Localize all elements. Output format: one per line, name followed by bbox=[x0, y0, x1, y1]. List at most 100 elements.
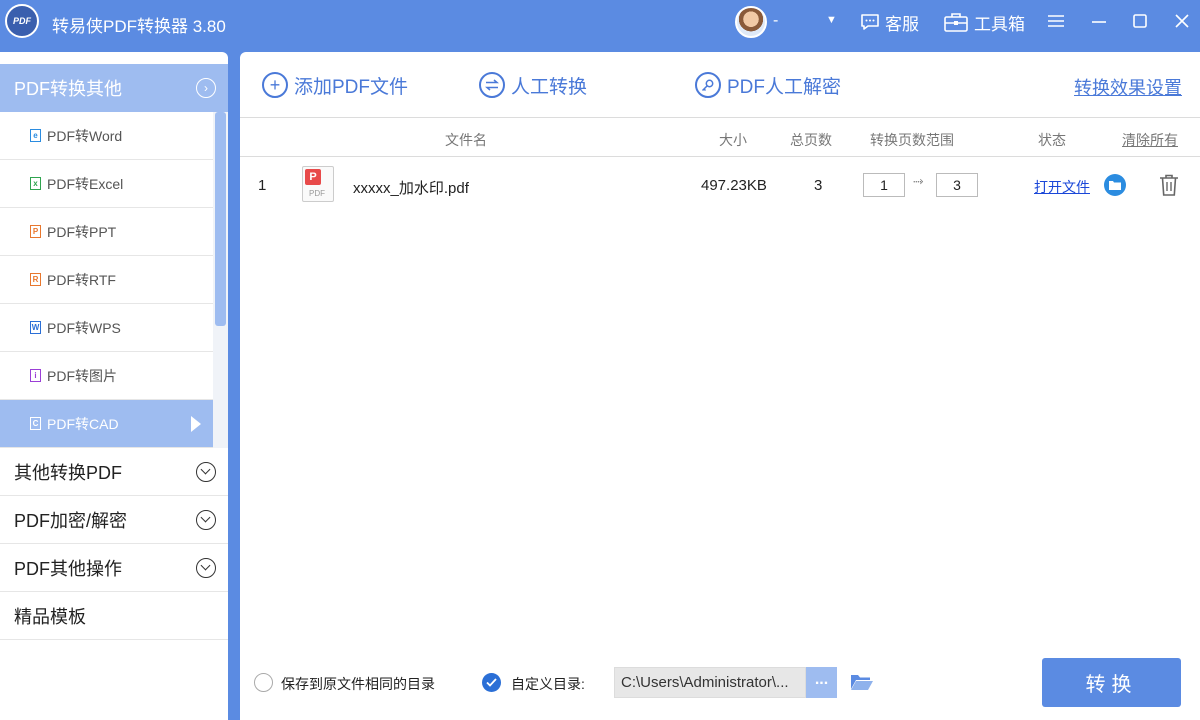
sidebar-item-pdf-to-ppt[interactable]: P PDF转PPT bbox=[0, 208, 213, 256]
sidebar-item-pdf-to-wps[interactable]: W PDF转WPS bbox=[0, 304, 213, 352]
toolbar: + 添加PDF文件 人工转换 PDF人工解密 转换效果设置 bbox=[240, 52, 1200, 118]
image-file-icon: i bbox=[30, 369, 41, 382]
rtf-file-icon: R bbox=[30, 273, 41, 286]
minimize-button[interactable] bbox=[1088, 10, 1110, 32]
browse-button[interactable]: ... bbox=[806, 667, 837, 698]
manual-convert-button[interactable]: 人工转换 bbox=[479, 70, 587, 100]
clear-all-link[interactable]: 清除所有 bbox=[1122, 130, 1178, 150]
sidebar-item-pdf-to-word[interactable]: e PDF转Word bbox=[0, 112, 213, 160]
close-button[interactable] bbox=[1171, 10, 1193, 32]
customer-service-label: 客服 bbox=[885, 14, 919, 34]
manual-decrypt-button[interactable]: PDF人工解密 bbox=[695, 70, 841, 100]
custom-directory-checkbox[interactable] bbox=[482, 673, 501, 692]
sidebar-item-pdf-to-cad[interactable]: C PDF转CAD bbox=[0, 400, 213, 448]
sidebar-item-label: PDF转WPS bbox=[47, 319, 121, 336]
manual-convert-label: 人工转换 bbox=[511, 76, 588, 98]
sidebar-group-other-to-pdf[interactable]: 其他转换PDF bbox=[0, 448, 228, 496]
ppt-file-icon: P bbox=[30, 225, 41, 238]
maximize-icon bbox=[1133, 14, 1147, 28]
open-folder-icon[interactable] bbox=[850, 673, 874, 696]
custom-directory-label: 自定义目录: bbox=[511, 676, 585, 692]
col-header-filename: 文件名 bbox=[445, 132, 487, 148]
toolbox-icon bbox=[944, 13, 968, 32]
sidebar-item-pdf-to-excel[interactable]: x PDF转Excel bbox=[0, 160, 213, 208]
toolbox-button[interactable]: 工具箱 bbox=[943, 9, 1025, 35]
sidebar-item-label: PDF转PPT bbox=[47, 223, 117, 240]
sidebar-item-pdf-to-rtf[interactable]: R PDF转RTF bbox=[0, 256, 213, 304]
hamburger-menu-icon bbox=[1048, 15, 1064, 27]
plus-circle-icon: + bbox=[262, 72, 288, 98]
same-directory-radio[interactable] bbox=[254, 673, 273, 692]
same-directory-label: 保存到原文件相同的目录 bbox=[281, 676, 435, 692]
convert-button[interactable]: 转换 bbox=[1042, 658, 1181, 707]
menu-button[interactable] bbox=[1045, 10, 1067, 32]
file-name: xxxxx_加水印.pdf bbox=[353, 180, 469, 197]
user-avatar[interactable] bbox=[735, 6, 767, 38]
close-icon bbox=[1175, 14, 1189, 28]
folder-status-icon[interactable] bbox=[1104, 174, 1126, 196]
customer-service-button[interactable]: 客服 bbox=[860, 9, 919, 35]
selected-arrow-icon bbox=[191, 416, 201, 432]
chevron-down-icon[interactable]: ▼ bbox=[826, 14, 837, 26]
maximize-button[interactable] bbox=[1129, 10, 1151, 32]
sidebar-group-other-operations[interactable]: PDF其他操作 bbox=[0, 544, 228, 592]
output-path-field[interactable]: C:\Users\Administrator\... bbox=[614, 667, 806, 698]
sidebar-group-templates[interactable]: 精品模板 bbox=[0, 592, 228, 640]
sidebar-item-label: PDF转CAD bbox=[47, 415, 119, 432]
username[interactable]: - bbox=[773, 12, 778, 30]
scrollbar-thumb[interactable] bbox=[215, 112, 226, 326]
table-row: 1 P PDF xxxxx_加水印.pdf 497.23KB 3 1 ⤑ 3 打… bbox=[240, 158, 1200, 212]
page-range-from-input[interactable]: 1 bbox=[863, 173, 905, 197]
delete-button[interactable] bbox=[1158, 173, 1180, 201]
app-logo-icon: PDF bbox=[5, 4, 39, 38]
checkmark-icon bbox=[486, 678, 497, 687]
file-size: 497.23KB bbox=[701, 177, 767, 194]
row-index: 1 bbox=[258, 177, 267, 194]
col-header-range: 转换页数范围 bbox=[870, 132, 954, 148]
col-header-status: 状态 bbox=[1038, 132, 1066, 148]
sidebar-item-pdf-to-image[interactable]: i PDF转图片 bbox=[0, 352, 213, 400]
wps-file-icon: W bbox=[30, 321, 41, 334]
add-pdf-label: 添加PDF文件 bbox=[294, 76, 409, 98]
toolbox-label: 工具箱 bbox=[974, 14, 1025, 34]
page-range-to-input[interactable]: 3 bbox=[936, 173, 978, 197]
col-header-size: 大小 bbox=[719, 132, 747, 148]
sidebar-group-label: 其他转换PDF bbox=[14, 462, 122, 483]
sidebar-item-label: PDF转Excel bbox=[47, 175, 124, 192]
app-title: 转易侠PDF转换器 3.80 bbox=[52, 17, 226, 36]
sidebar-item-label: PDF转图片 bbox=[47, 367, 117, 384]
sidebar-scrollbar[interactable] bbox=[213, 112, 228, 448]
main-panel: + 添加PDF文件 人工转换 PDF人工解密 转换效果设置 文件名 大小 总页数… bbox=[240, 52, 1200, 720]
sidebar-group-label: PDF其他操作 bbox=[14, 558, 122, 579]
cad-file-icon: C bbox=[30, 417, 41, 430]
sidebar-submenu: e PDF转Word x PDF转Excel P PDF转PPT R PDF转R… bbox=[0, 112, 213, 448]
sidebar: PDF转换其他 › e PDF转Word x PDF转Excel P PDF转P… bbox=[0, 52, 228, 720]
conversion-settings-link[interactable]: 转换效果设置 bbox=[1074, 74, 1182, 100]
minimize-icon bbox=[1092, 21, 1106, 23]
sidebar-group-label: PDF加密/解密 bbox=[14, 510, 128, 531]
sidebar-section-label: PDF转换其他 bbox=[14, 79, 122, 99]
arrow-right-icon: ⤑ bbox=[913, 173, 924, 188]
add-pdf-button[interactable]: + 添加PDF文件 bbox=[262, 70, 408, 100]
manual-decrypt-label: PDF人工解密 bbox=[727, 76, 842, 98]
sidebar-group-label: 精品模板 bbox=[14, 606, 86, 627]
title-bar: PDF 转易侠PDF转换器 3.80 - ▼ 客服 工具箱 bbox=[0, 0, 1200, 46]
sidebar-section-pdf-to-other[interactable]: PDF转换其他 › bbox=[0, 64, 228, 112]
sidebar-item-label: PDF转Word bbox=[47, 127, 123, 144]
chat-bubble-icon bbox=[861, 14, 879, 30]
swap-arrows-icon bbox=[479, 72, 505, 98]
pdf-file-icon: P PDF bbox=[302, 166, 334, 202]
chevron-down-icon bbox=[196, 462, 216, 482]
chevron-right-icon: › bbox=[196, 78, 216, 98]
sidebar-group-encrypt-decrypt[interactable]: PDF加密/解密 bbox=[0, 496, 228, 544]
chevron-down-icon bbox=[196, 510, 216, 530]
chevron-down-icon bbox=[196, 558, 216, 578]
bottom-bar: 保存到原文件相同的目录 自定义目录: C:\Users\Administrato… bbox=[240, 652, 1200, 720]
sidebar-item-label: PDF转RTF bbox=[47, 271, 116, 288]
open-file-link[interactable]: 打开文件 bbox=[1034, 177, 1090, 197]
key-icon bbox=[695, 72, 721, 98]
excel-file-icon: x bbox=[30, 177, 41, 190]
col-header-pages: 总页数 bbox=[790, 132, 832, 148]
trash-icon bbox=[1160, 174, 1178, 196]
word-file-icon: e bbox=[30, 129, 41, 142]
